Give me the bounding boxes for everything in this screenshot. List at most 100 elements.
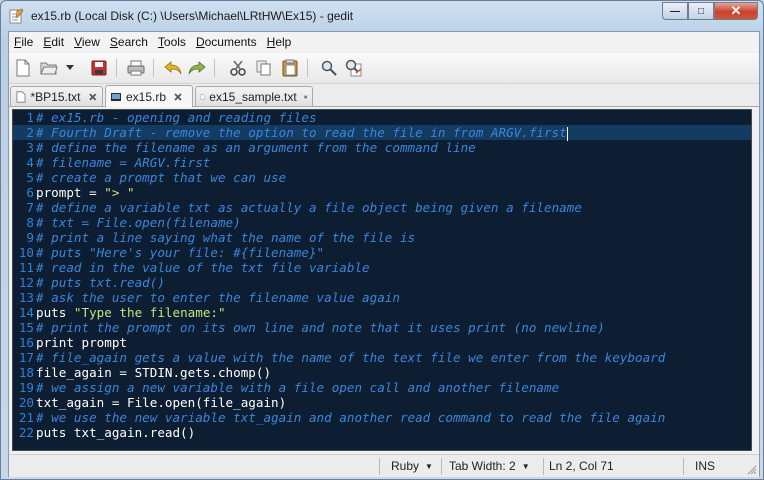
print-icon (127, 60, 145, 76)
title-bar[interactable]: ex15.rb (Local Disk (C:) \Users\Michael\… (1, 1, 763, 31)
code-line[interactable]: 1 # ex15.rb - opening and reading files (13, 110, 751, 125)
menu-bar: File Edit View Search Tools Documents He… (9, 32, 759, 52)
undo-button[interactable] (163, 58, 183, 78)
resize-grip-icon[interactable] (747, 465, 757, 475)
text-cursor (566, 126, 568, 141)
client-area: File Edit View Search Tools Documents He… (8, 31, 760, 477)
language-label: Ruby (391, 459, 420, 473)
language-selector[interactable]: Ruby ▼ (387, 458, 437, 474)
code-text: txt_again = File.open(file_again) (36, 395, 287, 410)
code-string: "Type the filename:" (73, 305, 226, 320)
close-button[interactable]: ✕ (714, 2, 758, 20)
code-comment: # Fourth Draft - remove the option to re… (36, 125, 567, 140)
status-divider (683, 458, 684, 475)
code-line[interactable]: 14 puts "Type the filename:" (13, 305, 751, 320)
code-comment: # we use the new variable txt_again and … (36, 410, 666, 425)
paste-button[interactable] (280, 58, 300, 78)
gedit-window: ex15.rb (Local Disk (C:) \Users\Michael\… (0, 0, 764, 480)
close-tab-icon[interactable] (303, 91, 308, 103)
tab-bp15-txt[interactable]: *BP15.txt (10, 86, 103, 106)
window-title: ex15.rb (Local Disk (C:) \Users\Michael\… (31, 9, 354, 23)
save-icon (91, 60, 107, 76)
line-number: 7 (26, 200, 34, 215)
line-number: 11 (18, 260, 34, 275)
save-button[interactable] (89, 58, 109, 78)
code-line[interactable]: 4 # filename = ARGV.first (13, 155, 751, 170)
line-number: 14 (18, 305, 34, 320)
tab-ex15-sample-txt[interactable]: ex15_sample.txt (195, 86, 313, 106)
print-button[interactable] (126, 58, 146, 78)
menu-search[interactable]: Search (105, 32, 153, 52)
code-line[interactable]: 17 # file_again gets a value with the nam… (13, 350, 751, 365)
code-line[interactable]: 15 # print the prompt on its own line and… (13, 320, 751, 335)
code-comment: # file_again gets a value with the name … (36, 350, 666, 365)
code-line[interactable]: 7 # define a variable txt as actually a f… (13, 200, 751, 215)
close-tab-icon[interactable] (172, 91, 184, 103)
code-line[interactable]: 11 # read in the value of the txt file va… (13, 260, 751, 275)
dropdown-arrow-icon: ▼ (425, 462, 433, 471)
code-line[interactable]: 8 # txt = File.open(filename) (13, 215, 751, 230)
tab-width-selector[interactable]: Tab Width: 2 ▼ (445, 458, 541, 474)
new-document-icon (16, 59, 30, 77)
minimize-button[interactable]: — (662, 2, 688, 20)
menu-help[interactable]: Help (262, 32, 297, 52)
code-editor[interactable]: 1 # ex15.rb - opening and reading files 2 #… (12, 109, 752, 451)
menu-documents[interactable]: Documents (191, 32, 262, 52)
code-comment: # print a line saying what the name of t… (36, 230, 416, 245)
line-number: 18 (18, 365, 34, 380)
new-document-button[interactable] (13, 58, 33, 78)
open-button[interactable] (39, 58, 59, 78)
code-comment: # ask the user to enter the filename val… (36, 290, 400, 305)
menu-tools[interactable]: Tools (153, 32, 191, 52)
code-comment: # filename = ARGV.first (36, 155, 211, 170)
copy-button[interactable] (254, 58, 274, 78)
code-line[interactable]: 9 # print a line saying what the name of … (13, 230, 751, 245)
find-button[interactable] (319, 58, 339, 78)
code-text: file_again = STDIN.gets.chomp() (36, 365, 272, 380)
insert-mode: INS (695, 459, 716, 473)
tab-ex15-rb[interactable]: ex15.rb (105, 85, 193, 107)
code-line[interactable]: 22 puts txt_again.read() (13, 425, 751, 440)
code-line[interactable]: 12 # puts txt.read() (13, 275, 751, 290)
line-number: 17 (18, 350, 34, 365)
code-line[interactable]: 13 # ask the user to enter the filename v… (13, 290, 751, 305)
maximize-button[interactable]: □ (688, 2, 714, 20)
code-line[interactable]: 10 # puts "Here's your file: #{filename}" (13, 245, 751, 260)
code-line[interactable]: 18 file_again = STDIN.gets.chomp() (13, 365, 751, 380)
copy-icon (256, 60, 271, 76)
document-tabs: *BP15.txt ex15.rb ex15_sample.txt (9, 84, 759, 107)
paste-icon (282, 59, 298, 77)
code-line[interactable]: 19 # we assign a new variable with a file… (13, 380, 751, 395)
open-dropdown-button[interactable] (63, 58, 77, 78)
gedit-app-icon (9, 8, 24, 24)
code-text: prompt = (36, 185, 105, 200)
menu-file[interactable]: File (9, 32, 38, 52)
close-tab-icon[interactable] (87, 91, 98, 103)
undo-icon (164, 61, 182, 75)
code-line[interactable]: 3 # define the filename as an argument fr… (13, 140, 751, 155)
code-comment: # create a prompt that we can use (36, 170, 287, 185)
code-line[interactable]: 2 # Fourth Draft - remove the option to r… (13, 125, 751, 141)
toolbar-separator (116, 59, 117, 77)
line-number: 12 (18, 275, 34, 290)
line-number: 5 (26, 170, 34, 185)
find-replace-button[interactable] (344, 58, 364, 78)
line-number: 3 (26, 140, 34, 155)
text-file-icon (200, 93, 205, 100)
status-divider (379, 458, 380, 475)
redo-button[interactable] (187, 58, 207, 78)
menu-view[interactable]: View (69, 32, 105, 52)
code-line[interactable]: 20 txt_again = File.open(file_again) (13, 395, 751, 410)
line-number: 16 (18, 335, 34, 350)
menu-edit[interactable]: Edit (38, 32, 69, 52)
dropdown-arrow-icon: ▼ (521, 462, 530, 471)
redo-icon (188, 61, 206, 75)
code-line[interactable]: 16 print prompt (13, 335, 751, 350)
code-line[interactable]: 5 # create a prompt that we can use (13, 170, 751, 185)
cut-button[interactable] (228, 58, 248, 78)
code-comment: # puts "Here's your file: #{filename}" (36, 245, 325, 260)
open-icon (40, 62, 58, 75)
line-number: 2 (26, 125, 34, 140)
code-line[interactable]: 21 # we use the new variable txt_again an… (13, 410, 751, 425)
code-line[interactable]: 6 prompt = "> " (13, 185, 751, 200)
